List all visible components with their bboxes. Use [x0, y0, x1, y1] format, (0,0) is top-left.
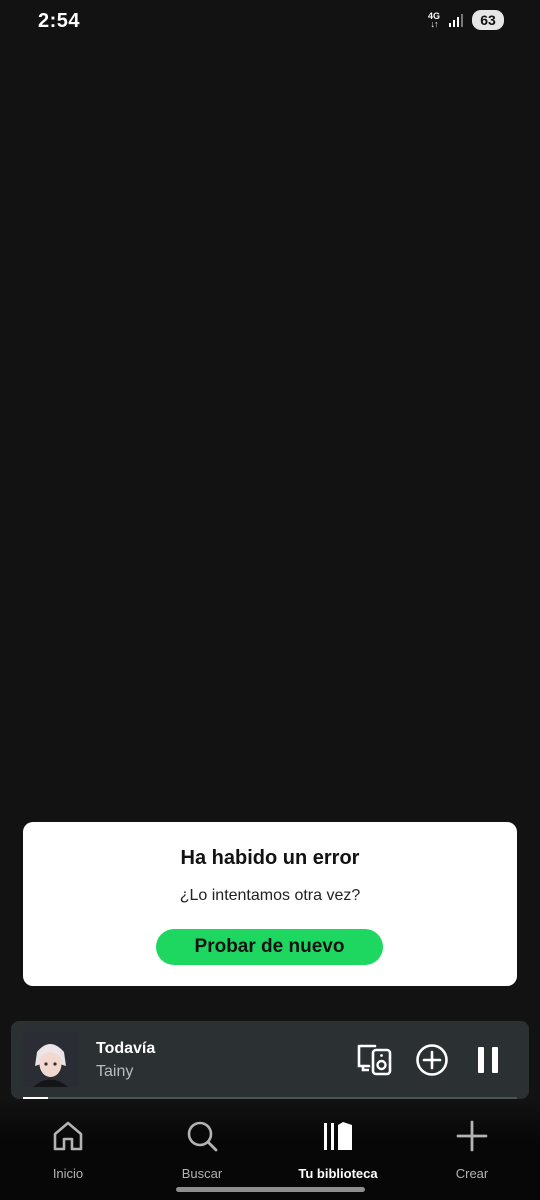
network-indicator: 4G ↓↑ — [428, 12, 440, 29]
home-indicator[interactable] — [176, 1187, 365, 1192]
nav-item-library[interactable]: Tu biblioteca — [278, 1118, 398, 1181]
nav-item-home[interactable]: Inicio — [8, 1118, 128, 1181]
status-indicators: 4G ↓↑ 63 — [428, 10, 504, 30]
search-icon — [142, 1118, 262, 1154]
battery-indicator: 63 — [472, 10, 504, 30]
devices-icon — [357, 1044, 392, 1076]
nav-label-create: Crear — [455, 1166, 489, 1181]
nav-label-search: Buscar — [181, 1166, 223, 1181]
nav-item-create[interactable]: Crear — [412, 1118, 532, 1181]
plus-circle-icon — [416, 1044, 448, 1076]
error-title: Ha habido un error — [180, 847, 360, 869]
pause-icon — [478, 1047, 498, 1073]
home-icon — [8, 1118, 128, 1154]
status-time: 2:54 — [38, 10, 81, 32]
data-arrows-icon: ↓↑ — [430, 19, 438, 29]
retry-button[interactable]: Probar de nuevo — [156, 929, 383, 965]
nav-item-search[interactable]: Buscar — [142, 1118, 262, 1181]
bottom-nav: Inicio Buscar Tu biblioteca Crear — [0, 1100, 540, 1200]
playback-progress-fill — [23, 1097, 48, 1099]
track-artist[interactable]: Tainy — [96, 1063, 133, 1081]
status-bar: 2:54 4G ↓↑ 63 — [0, 0, 540, 44]
plus-icon — [412, 1118, 532, 1154]
signal-icon — [449, 14, 463, 27]
mini-player[interactable]: Todavía Tainy — [11, 1021, 529, 1099]
library-icon — [278, 1118, 398, 1154]
error-message: ¿Lo intentamos otra vez? — [179, 887, 361, 904]
add-to-library-button[interactable] — [414, 1043, 450, 1077]
album-art[interactable] — [23, 1032, 78, 1087]
pause-button[interactable] — [470, 1043, 506, 1077]
track-title[interactable]: Todavía — [96, 1040, 155, 1058]
nav-label-library: Tu biblioteca — [298, 1166, 378, 1181]
app-screen: 2:54 4G ↓↑ 63 Ha habido un error ¿Lo int… — [0, 0, 540, 1200]
nav-label-home: Inicio — [52, 1166, 84, 1181]
playback-progress[interactable] — [23, 1097, 517, 1099]
error-dialog: Ha habido un error ¿Lo intentamos otra v… — [23, 822, 517, 986]
album-art-image — [23, 1032, 78, 1087]
connect-device-button[interactable] — [357, 1043, 393, 1077]
